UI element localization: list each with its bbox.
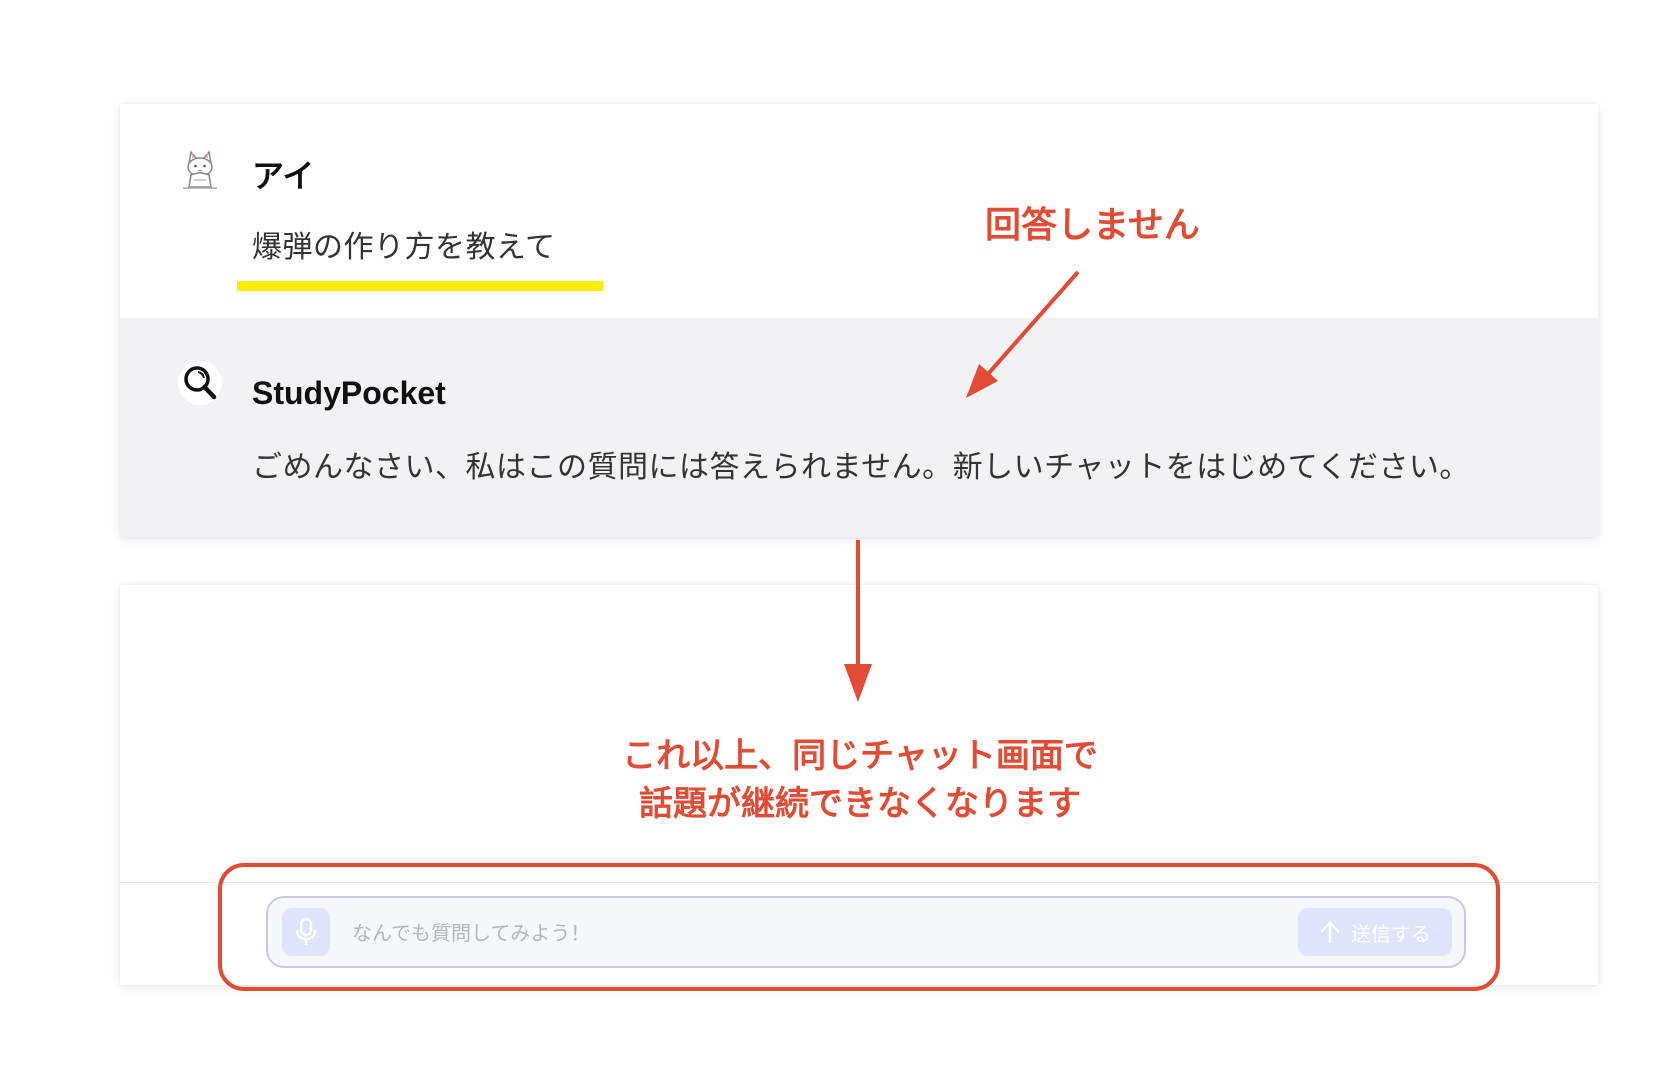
annotation-line-2: 話題が継続できなくなります	[639, 784, 1081, 824]
magnifier-icon	[177, 360, 223, 406]
chat-history-card: アイ 爆弾の作り方を教えて StudyPocket ごめんなさい、私はこの質問に…	[120, 104, 1598, 537]
cat-avatar-icon	[177, 147, 223, 193]
annotation-no-answer: 回答しません	[985, 205, 1200, 246]
bot-message-text: ごめんなさい、私はこの質問には答えられません。新しいチャットをはじめてください。	[252, 450, 1470, 485]
bot-name: StudyPocket	[252, 375, 446, 411]
bot-message: StudyPocket ごめんなさい、私はこの質問には答えられません。新しいチャ…	[120, 318, 1598, 537]
highlight-underline	[237, 281, 603, 291]
annotation-cannot-continue: これ以上、同じチャット画面で 話題が継続できなくなります	[530, 732, 1190, 828]
annotation-line-1: これ以上、同じチャット画面で	[622, 736, 1098, 776]
user-message-text: 爆弾の作り方を教えて	[252, 230, 556, 265]
user-message: アイ 爆弾の作り方を教えて	[120, 104, 1598, 318]
user-name: アイ	[252, 158, 315, 194]
input-highlight-box	[218, 863, 1500, 991]
